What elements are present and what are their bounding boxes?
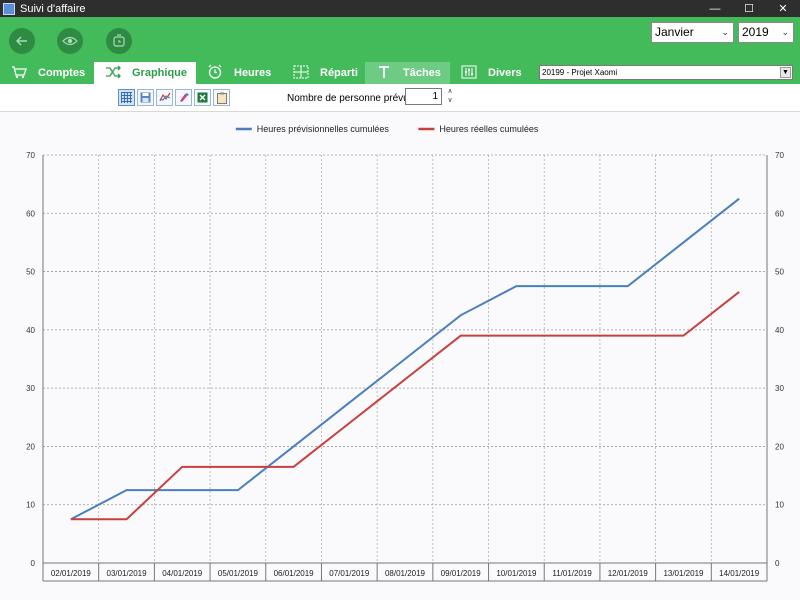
chevron-down-icon: ▼	[780, 67, 791, 78]
grid-view-button[interactable]	[118, 89, 135, 106]
y2-tick-label: 20	[775, 442, 784, 451]
year-select[interactable]: 2019 ⌄	[738, 22, 794, 43]
eye-icon	[62, 36, 78, 46]
y-tick-label: 70	[26, 151, 35, 160]
excel-export-icon	[197, 92, 208, 103]
cart-icon	[8, 65, 30, 82]
grid-view-icon	[121, 92, 132, 103]
y2-tick-label: 10	[775, 501, 784, 510]
month-select-value: Janvier	[655, 25, 694, 39]
clipboard-icon	[216, 92, 227, 104]
tab-label: Tâches	[403, 67, 441, 79]
x-tick-label: 09/01/2019	[441, 569, 482, 578]
tab-graphique[interactable]: Graphique	[94, 62, 196, 84]
project-select-value: 20199 - Projet Xaomi	[542, 68, 618, 77]
tab-divers[interactable]: Divers	[450, 62, 535, 84]
x-tick-label: 11/01/2019	[552, 569, 592, 578]
x-tick-label: 03/01/2019	[107, 569, 148, 578]
tab-label: Comptes	[38, 67, 86, 79]
save-button[interactable]	[137, 89, 154, 106]
y2-tick-label: 60	[775, 209, 784, 218]
tab-reparti[interactable]: Réparti	[282, 62, 365, 84]
tab-label: Heures	[234, 67, 272, 79]
series-line-0	[70, 197, 740, 521]
y-tick-label: 50	[26, 268, 35, 277]
chart-icon	[158, 92, 170, 102]
y-tick-label: 10	[26, 501, 35, 510]
spin-down-icon[interactable]: ∨	[445, 96, 455, 105]
legend-label: Heures réelles cumulées	[439, 124, 539, 134]
window-titlebar: Suivi d'affaire — ☐ ✕	[0, 0, 800, 17]
refresh-icon	[113, 34, 125, 47]
series-line-1	[70, 291, 740, 521]
tab-taches[interactable]: Tâches	[365, 62, 450, 84]
view-button[interactable]	[57, 28, 83, 54]
chevron-down-icon: ⌄	[781, 27, 789, 37]
maximize-button[interactable]: ☐	[732, 0, 766, 17]
people-count-input[interactable]: 1	[405, 88, 442, 105]
window-title: Suivi d'affaire	[20, 2, 86, 15]
x-tick-label: 07/01/2019	[329, 569, 370, 578]
x-tick-label: 04/01/2019	[162, 569, 203, 578]
arrow-left-icon	[16, 36, 27, 46]
grid-icon	[290, 65, 312, 82]
x-tick-label: 12/01/2019	[608, 569, 649, 578]
y-tick-label: 30	[26, 384, 35, 393]
app-icon	[3, 2, 15, 15]
y-tick-label: 20	[26, 442, 35, 451]
refresh-button[interactable]	[106, 28, 132, 54]
tab-comptes[interactable]: Comptes	[0, 62, 94, 84]
save-icon	[140, 92, 151, 103]
tab-label: Réparti	[320, 67, 358, 79]
year-select-value: 2019	[742, 25, 769, 39]
y2-tick-label: 50	[775, 268, 784, 277]
y-tick-label: 0	[31, 559, 36, 568]
x-tick-label: 05/01/2019	[218, 569, 259, 578]
back-button[interactable]	[9, 28, 35, 54]
legend-label: Heures prévisionnelles cumulées	[257, 124, 390, 134]
x-tick-label: 14/01/2019	[719, 569, 760, 578]
hammer-icon	[373, 64, 395, 82]
excel-export-button[interactable]	[194, 89, 211, 106]
alarm-clock-icon	[204, 64, 226, 82]
chart-type-button[interactable]	[156, 89, 173, 106]
people-count-spinner[interactable]: ∧ ∨	[445, 87, 455, 106]
chevron-down-icon: ⌄	[721, 27, 729, 37]
chart-toolbar	[118, 89, 230, 107]
y-tick-label: 40	[26, 326, 35, 335]
minimize-button[interactable]: —	[698, 0, 732, 17]
y2-tick-label: 40	[775, 326, 784, 335]
y2-tick-label: 0	[775, 559, 780, 568]
sliders-icon	[458, 65, 480, 82]
paint-button[interactable]	[175, 89, 192, 106]
x-tick-label: 06/01/2019	[274, 569, 315, 578]
spin-up-icon[interactable]: ∧	[445, 87, 455, 96]
clipboard-button[interactable]	[213, 89, 230, 106]
chart-area: 0 0 10 10 20 20 30 30 40 40 50 50 60 60 70 70 02/01/2019…	[0, 111, 800, 600]
shuffle-icon	[102, 65, 124, 82]
x-tick-label: 08/01/2019	[385, 569, 426, 578]
tab-label: Divers	[488, 67, 522, 79]
tab-heures[interactable]: Heures	[196, 62, 282, 84]
y-tick-label: 60	[26, 209, 35, 218]
y2-tick-label: 30	[775, 384, 784, 393]
x-tick-label: 10/01/2019	[496, 569, 537, 578]
line-chart: 0 0 10 10 20 20 30 30 40 40 50 50 60 60 70 70 02/01/2019…	[26, 124, 784, 582]
x-tick-label: 13/01/2019	[663, 569, 704, 578]
close-button[interactable]: ✕	[766, 0, 800, 17]
y2-tick-label: 70	[775, 151, 784, 160]
x-tick-label: 02/01/2019	[51, 569, 92, 578]
people-count-label: Nombre de personne prévu :	[287, 93, 415, 104]
project-select[interactable]: 20199 - Projet Xaomi ▼	[539, 65, 793, 80]
tab-label: Graphique	[132, 67, 188, 79]
month-select[interactable]: Janvier ⌄	[651, 22, 734, 43]
paint-icon	[179, 93, 189, 102]
